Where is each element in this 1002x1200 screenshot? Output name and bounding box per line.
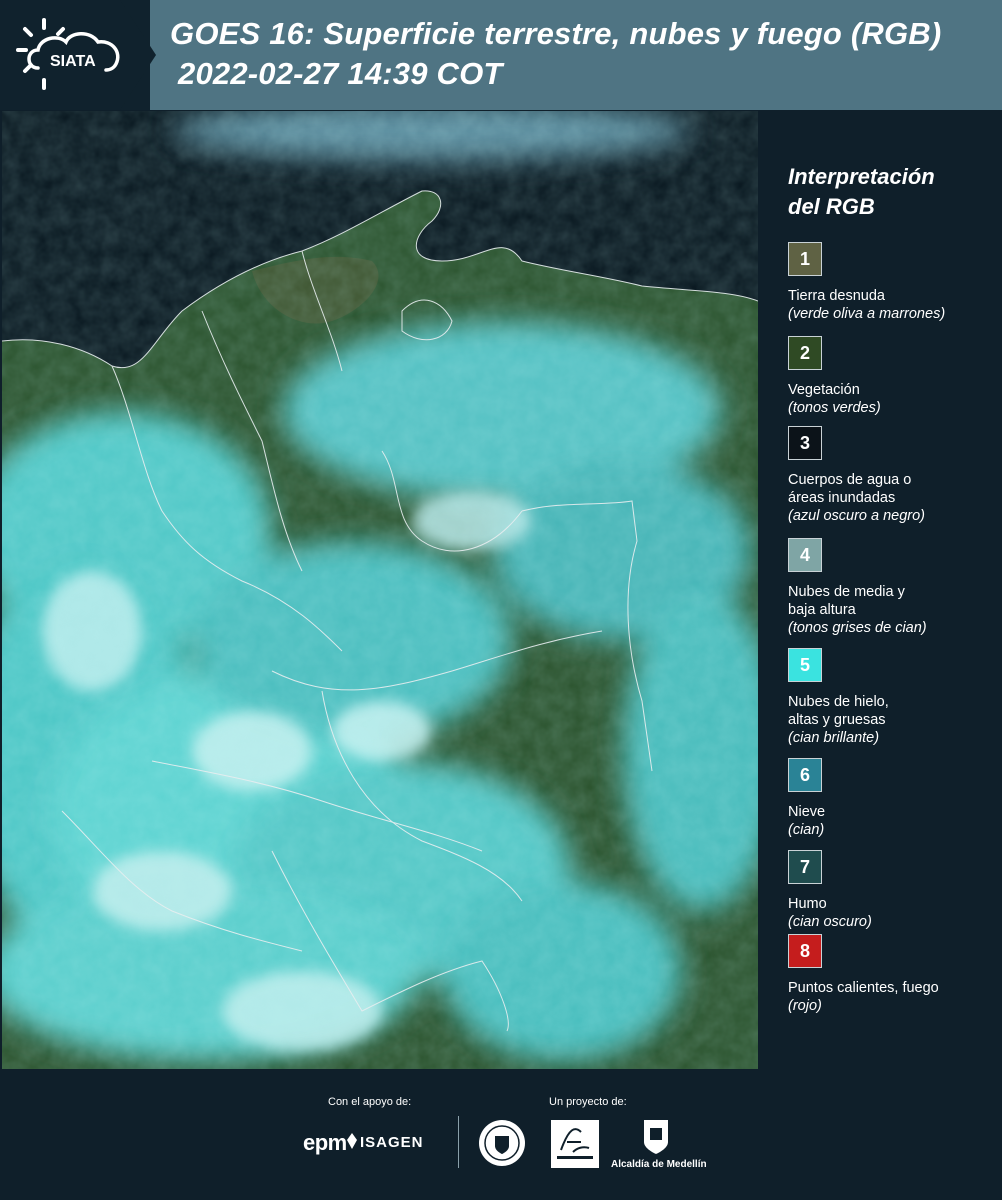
legend-label: Humo <box>788 895 998 913</box>
legend-description: (verde oliva a marrones) <box>788 306 946 322</box>
legend-label-line: altas y gruesas <box>788 712 886 728</box>
satellite-map[interactable] <box>2 111 758 1069</box>
legend-label-line: Nubes de hielo, <box>788 694 889 710</box>
legend-title: Interpretación del RGB <box>788 162 935 222</box>
legend-item: 6 Nieve (cian) <box>788 758 998 839</box>
legend-label: Puntos calientes, fuego <box>788 979 998 997</box>
legend-description: (tonos grises de cian) <box>788 620 927 636</box>
legend-swatch: 8 <box>788 934 822 968</box>
legend-label: Cuerpos de agua o áreas inundadas <box>788 471 998 507</box>
siata-logo-text: SIATA <box>50 53 96 70</box>
area-metropolitana-logo-icon <box>551 1120 599 1168</box>
alcaldia-label: Alcaldía de Medellín <box>611 1159 707 1170</box>
legend-label: Nubes de hielo, altas y gruesas <box>788 693 998 729</box>
legend-label: Tierra desnuda <box>788 287 998 305</box>
legend-item: 1 Tierra desnuda (verde oliva a marrones) <box>788 242 998 323</box>
legend-item: 5 Nubes de hielo, altas y gruesas (cian bri… <box>788 648 998 747</box>
legend-label-line: baja altura <box>788 602 856 618</box>
legend-description: (tonos verdes) <box>788 400 881 416</box>
isagen-logo: ISAGEN <box>360 1134 424 1151</box>
legend-label: Nieve <box>788 803 998 821</box>
legend-item: 3 Cuerpos de agua o áreas inundadas (azul o… <box>788 426 998 525</box>
siata-logo-icon: SIATA <box>16 18 120 90</box>
legend-label-line: Vegetación <box>788 382 860 398</box>
support-caption: Con el apoyo de: <box>328 1096 412 1108</box>
legend-item: 8 Puntos calientes, fuego (rojo) <box>788 934 998 1015</box>
alcaldia-logo-icon <box>644 1120 668 1154</box>
legend-item: 2 Vegetación (tonos verdes) <box>788 336 998 417</box>
legend-panel: Interpretación del RGB 1 Tierra desnuda (v… <box>760 110 1002 1072</box>
legend-label: Vegetación <box>788 381 998 399</box>
legend-swatch: 5 <box>788 648 822 682</box>
legend-description: (cian) <box>788 822 825 838</box>
isagen-logo-icon <box>347 1133 357 1149</box>
satellite-image <box>2 111 758 1069</box>
legend-description: (rojo) <box>788 998 822 1014</box>
project-caption: Un proyecto de: <box>549 1096 627 1108</box>
legend-label-line: Nubes de media y <box>788 584 905 600</box>
legend-label: Nubes de media y baja altura <box>788 583 998 619</box>
footer: Con el apoyo de: Un proyecto de: epm ISA… <box>0 1072 1002 1200</box>
legend-description: (cian brillante) <box>788 730 880 746</box>
legend-item: 4 Nubes de media y baja altura (tonos grise… <box>788 538 998 637</box>
legend-label-line: Humo <box>788 896 827 912</box>
header: SIATA GOES 16: Superficie terrestre, nub… <box>0 0 1002 110</box>
legend-swatch: 4 <box>788 538 822 572</box>
legend-description: (cian oscuro) <box>788 914 872 930</box>
legend-title-line1: Interpretación <box>788 164 935 189</box>
legend-swatch: 2 <box>788 336 822 370</box>
legend-label-line: Cuerpos de agua o <box>788 472 912 488</box>
page-timestamp: 2022-02-27 14:39 COT <box>178 56 503 91</box>
legend-item: 7 Humo (cian oscuro) <box>788 850 998 931</box>
city-seal-icon <box>479 1120 525 1166</box>
legend-description: (azul oscuro a negro) <box>788 508 926 524</box>
legend-label-line: Nieve <box>788 804 826 820</box>
legend-swatch: 1 <box>788 242 822 276</box>
legend-swatch: 7 <box>788 850 822 884</box>
legend-label-line: Tierra desnuda <box>788 288 885 304</box>
legend-label-line: áreas inundadas <box>788 490 896 506</box>
legend-swatch: 6 <box>788 758 822 792</box>
page-title: GOES 16: Superficie terrestre, nubes y f… <box>170 16 942 51</box>
legend-label-line: Puntos calientes, fuego <box>788 980 939 996</box>
legend-swatch: 3 <box>788 426 822 460</box>
legend-title-line2: del RGB <box>788 194 875 219</box>
footer-divider <box>458 1116 459 1168</box>
epm-logo: epm <box>303 1130 347 1155</box>
